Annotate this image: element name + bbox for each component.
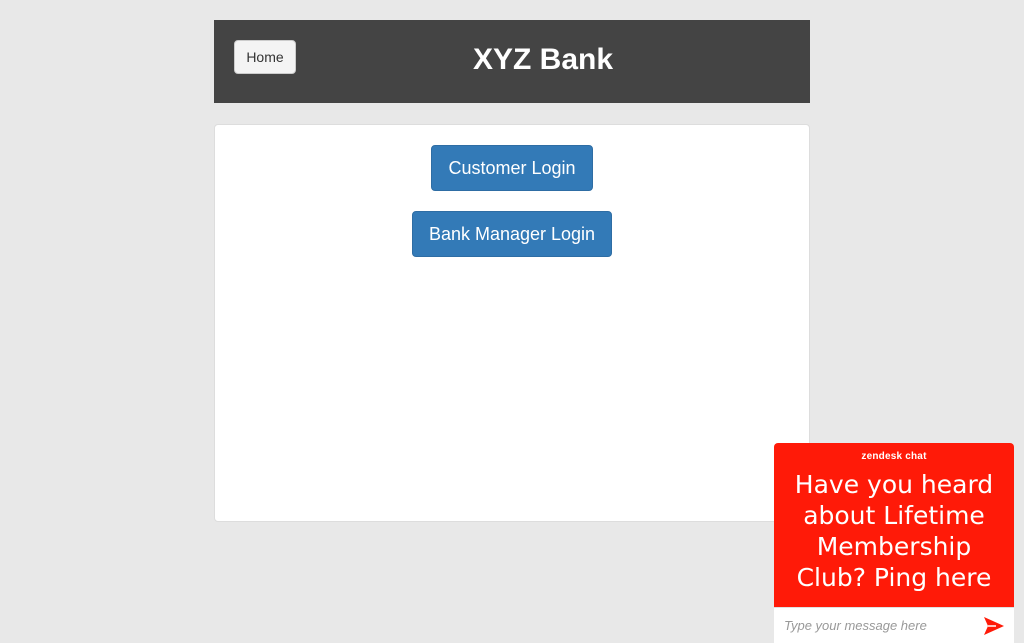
- login-panel: Customer Login Bank Manager Login: [214, 124, 810, 522]
- bank-manager-login-button[interactable]: Bank Manager Login: [412, 211, 612, 257]
- page-title: XYZ Bank: [472, 43, 614, 76]
- chat-input-bar: [774, 607, 1014, 643]
- chat-brand-label: zendesk chat: [861, 451, 927, 462]
- send-arrow-icon[interactable]: [982, 614, 1006, 638]
- header-bar: Home XYZ Bank: [214, 20, 810, 103]
- chat-widget[interactable]: zendesk chat Have you heard about Lifeti…: [774, 443, 1014, 643]
- customer-login-button[interactable]: Customer Login: [431, 145, 593, 191]
- chat-message-input[interactable]: [774, 608, 974, 643]
- chat-greeting-message[interactable]: Have you heard about Lifetime Membership…: [780, 469, 1008, 593]
